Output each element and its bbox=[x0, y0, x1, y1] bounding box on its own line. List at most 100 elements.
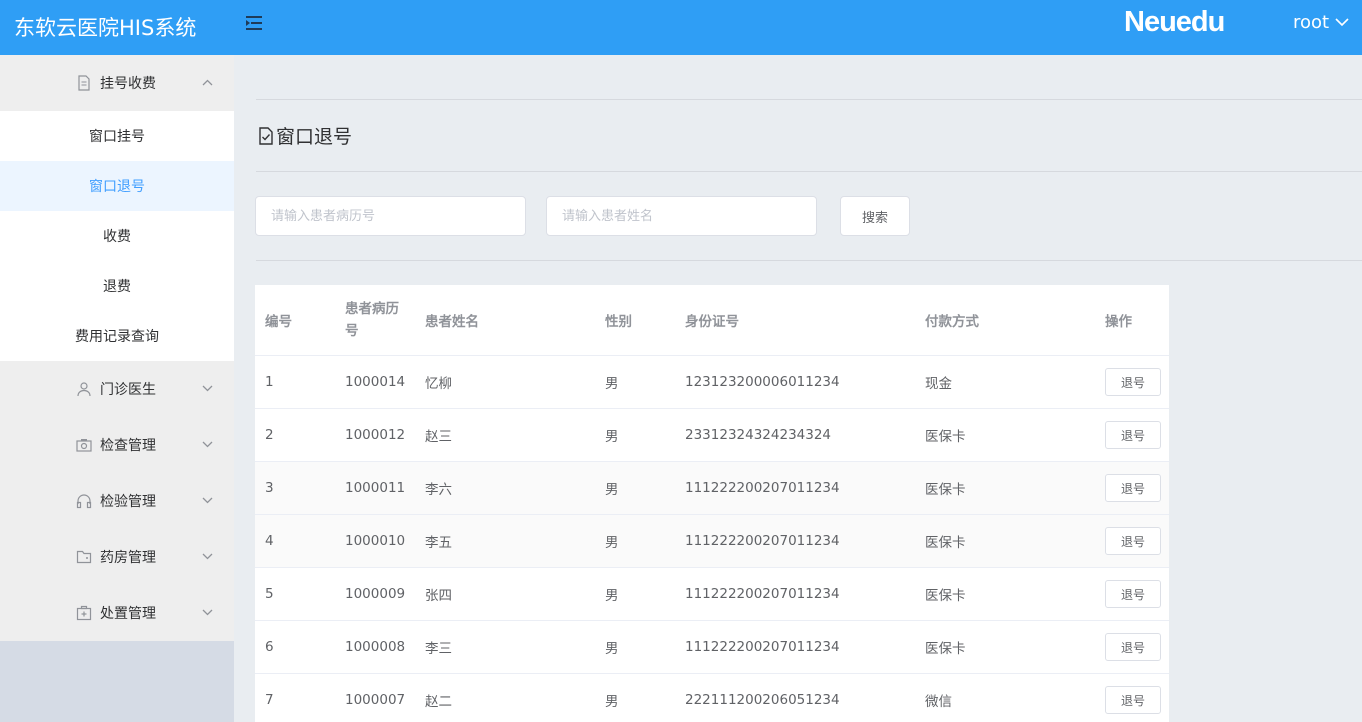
submenu-charge[interactable]: 收费 bbox=[0, 211, 234, 261]
submenu-refund-fee[interactable]: 退费 bbox=[0, 261, 234, 311]
table-row: 1 1000014 忆柳 男 123123200006011234 现金 退号 bbox=[255, 356, 1169, 409]
table-cell-gender: 男 bbox=[605, 641, 619, 657]
menu-group-registration[interactable]: 挂号收费 bbox=[0, 55, 234, 111]
table-row: 5 1000009 张四 男 111222200207011234 医保卡 退号 bbox=[255, 568, 1169, 621]
table-cell-pay: 医保卡 bbox=[925, 641, 966, 657]
table-row: 7 1000007 赵二 男 222111200206051234 微信 退号 bbox=[255, 674, 1169, 722]
submenu-label: 费用记录查询 bbox=[75, 329, 159, 345]
table-cell-id: 111222200207011234 bbox=[685, 480, 840, 496]
submenu-label: 窗口退号 bbox=[89, 179, 145, 195]
submenu-label: 收费 bbox=[103, 229, 131, 245]
submenu-window-register[interactable]: 窗口挂号 bbox=[0, 111, 234, 161]
table-cell-gender: 男 bbox=[605, 535, 619, 551]
header-cell: 编号 bbox=[265, 314, 292, 330]
chevron-down-icon bbox=[202, 553, 213, 560]
table-cell-case: 1000007 bbox=[345, 692, 406, 708]
refund-button[interactable]: 退号 bbox=[1105, 368, 1161, 396]
page-title: 窗口退号 bbox=[258, 122, 352, 149]
user-name: root bbox=[1293, 12, 1330, 33]
table-cell-name: 张四 bbox=[425, 588, 452, 604]
top-header: 东软云医院HIS系统 Neuedu root bbox=[0, 0, 1362, 55]
brand-logo: Neuedu bbox=[1124, 6, 1225, 38]
chevron-down-icon bbox=[202, 497, 213, 504]
patient-name-input[interactable] bbox=[546, 196, 817, 236]
menu-group-pharmacy[interactable]: 药房管理 bbox=[0, 529, 234, 585]
table-cell-gender: 男 bbox=[605, 429, 619, 445]
refund-button[interactable]: 退号 bbox=[1105, 580, 1161, 608]
table-cell-case: 1000009 bbox=[345, 586, 406, 602]
menu-group-treatment[interactable]: 处置管理 bbox=[0, 585, 234, 641]
table-cell-gender: 男 bbox=[605, 482, 619, 498]
table-cell-pay: 医保卡 bbox=[925, 588, 966, 604]
search-button[interactable]: 搜索 bbox=[840, 196, 910, 236]
table-row: 2 1000012 赵三 男 23312324324234324 医保卡 退号 bbox=[255, 409, 1169, 462]
header-cell: 患者姓名 bbox=[425, 314, 479, 330]
menu-group-label: 检查管理 bbox=[100, 438, 156, 454]
table-cell-name: 忆柳 bbox=[425, 376, 452, 392]
table-cell-name: 李六 bbox=[425, 482, 452, 498]
refund-button[interactable]: 退号 bbox=[1105, 421, 1161, 449]
submenu-window-refund[interactable]: 窗口退号 bbox=[0, 161, 234, 211]
table-cell-name: 赵二 bbox=[425, 694, 452, 710]
table-cell-no: 5 bbox=[265, 586, 274, 602]
chevron-down-icon bbox=[202, 441, 213, 448]
table-cell-name: 赵三 bbox=[425, 429, 452, 445]
submenu-label: 窗口挂号 bbox=[89, 129, 145, 145]
table-cell-id: 222111200206051234 bbox=[685, 692, 840, 708]
table-cell-id: 111222200207011234 bbox=[685, 639, 840, 655]
table-cell-gender: 男 bbox=[605, 694, 619, 710]
user-dropdown[interactable]: root bbox=[1293, 12, 1349, 33]
table-row: 6 1000008 李三 男 111222200207011234 医保卡 退号 bbox=[255, 621, 1169, 674]
chevron-down-icon bbox=[202, 385, 213, 392]
table-cell-pay: 微信 bbox=[925, 694, 952, 710]
menu-collapse-icon[interactable] bbox=[246, 15, 264, 31]
header-cell: 性别 bbox=[605, 314, 632, 330]
menu-group-label: 门诊医生 bbox=[100, 382, 156, 398]
divider bbox=[256, 99, 1362, 100]
table-cell-gender: 男 bbox=[605, 588, 619, 604]
table-header: 编号 患者病历号 患者姓名 性别 身份证号 付款方式 操作 bbox=[255, 285, 1169, 356]
case-number-input[interactable] bbox=[255, 196, 526, 236]
table-body: 1 1000014 忆柳男 123123200006011234 现金 退号 2 100001… bbox=[255, 356, 1169, 722]
table-cell-pay: 医保卡 bbox=[925, 535, 966, 551]
table-cell-name: 李三 bbox=[425, 641, 452, 657]
menu-group-label: 挂号收费 bbox=[100, 76, 156, 92]
table-cell-gender: 男 bbox=[605, 376, 619, 392]
document-check-icon bbox=[259, 126, 273, 145]
camera-icon bbox=[76, 439, 92, 452]
table-cell-case: 1000010 bbox=[345, 533, 406, 549]
table-cell-case: 1000008 bbox=[345, 639, 406, 655]
table-cell-no: 7 bbox=[265, 692, 274, 708]
table-cell-name: 李五 bbox=[425, 535, 452, 551]
page-title-text: 窗口退号 bbox=[276, 126, 353, 148]
table-cell-no: 4 bbox=[265, 533, 274, 549]
table-cell-pay: 医保卡 bbox=[925, 429, 966, 445]
refund-button[interactable]: 退号 bbox=[1105, 474, 1161, 502]
menu-group-lab-test[interactable]: 检验管理 bbox=[0, 473, 234, 529]
menu-group-outpatient-doctor[interactable]: 门诊医生 bbox=[0, 361, 234, 417]
table-row: 3 1000011 李六 男 111222200207011234 医保卡 退号 bbox=[255, 462, 1169, 515]
table-cell-id: 123123200006011234 bbox=[685, 374, 840, 390]
wallet-icon bbox=[76, 550, 92, 564]
table-cell-id: 23312324324234324 bbox=[685, 427, 832, 443]
header-cell: 患者病历号 bbox=[345, 301, 399, 339]
table-cell-case: 1000012 bbox=[345, 427, 406, 443]
refund-button[interactable]: 退号 bbox=[1105, 527, 1161, 555]
table-cell-pay: 医保卡 bbox=[925, 482, 966, 498]
submenu-fee-records[interactable]: 费用记录查询 bbox=[0, 311, 234, 361]
refund-button[interactable]: 退号 bbox=[1105, 633, 1161, 661]
table-row: 4 1000010 李五 男 111222200207011234 医保卡 退号 bbox=[255, 515, 1169, 568]
user-icon bbox=[77, 382, 91, 397]
menu-group-examination[interactable]: 检查管理 bbox=[0, 417, 234, 473]
header-cell: 操作 bbox=[1105, 314, 1132, 330]
table-cell-case: 1000011 bbox=[345, 480, 406, 496]
table-cell-id: 111222200207011234 bbox=[685, 533, 840, 549]
table-cell-no: 2 bbox=[265, 427, 274, 443]
refund-button[interactable]: 退号 bbox=[1105, 686, 1161, 714]
divider bbox=[256, 260, 1362, 261]
table-cell-no: 6 bbox=[265, 639, 274, 655]
submenu-label: 退费 bbox=[103, 279, 131, 295]
menu-group-label: 药房管理 bbox=[100, 550, 156, 566]
menu-group-label: 处置管理 bbox=[100, 606, 156, 622]
sidebar-menu: 挂号收费 窗口挂号 窗口退号 收费 退费 费用记录查询 门诊医生 检查管理 检验… bbox=[0, 55, 234, 641]
